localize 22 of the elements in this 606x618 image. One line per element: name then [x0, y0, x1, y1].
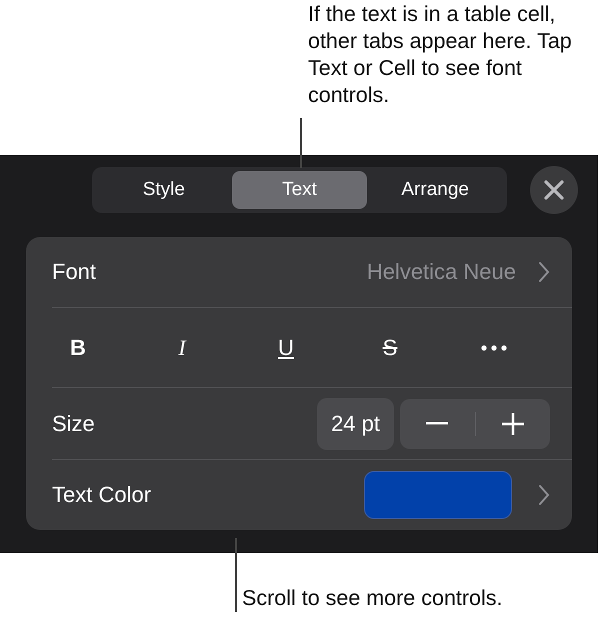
- strike-button[interactable]: S: [338, 308, 442, 388]
- font-label: Font: [52, 259, 98, 285]
- size-label: Size: [52, 410, 96, 436]
- leader-line: [300, 118, 302, 168]
- tab[interactable]: Style: [96, 171, 232, 209]
- italic-button[interactable]: I: [130, 308, 234, 388]
- minus-icon: [426, 422, 448, 425]
- size-field[interactable]: 24 pt: [317, 398, 394, 450]
- close-button[interactable]: [530, 166, 578, 214]
- callout-text: Scroll to see more controls.: [242, 586, 502, 611]
- underline-button[interactable]: U: [234, 308, 338, 388]
- tab[interactable]: Arrange: [367, 171, 504, 209]
- text-color-label: Text Color: [52, 482, 152, 508]
- callout-text: If the text is in a table cell, other tabs appear here. Tap Text or Cell to see font controls.: [308, 1, 573, 109]
- color-swatch[interactable]: [364, 471, 512, 519]
- ellipsis-icon: [481, 344, 507, 350]
- bold-button[interactable]: B: [26, 308, 130, 388]
- chevron-icon: [538, 261, 550, 283]
- close-icon: [544, 180, 564, 200]
- chevron-icon: [538, 484, 550, 506]
- plus-icon: [502, 412, 524, 434]
- tab[interactable]: Text: [232, 171, 368, 209]
